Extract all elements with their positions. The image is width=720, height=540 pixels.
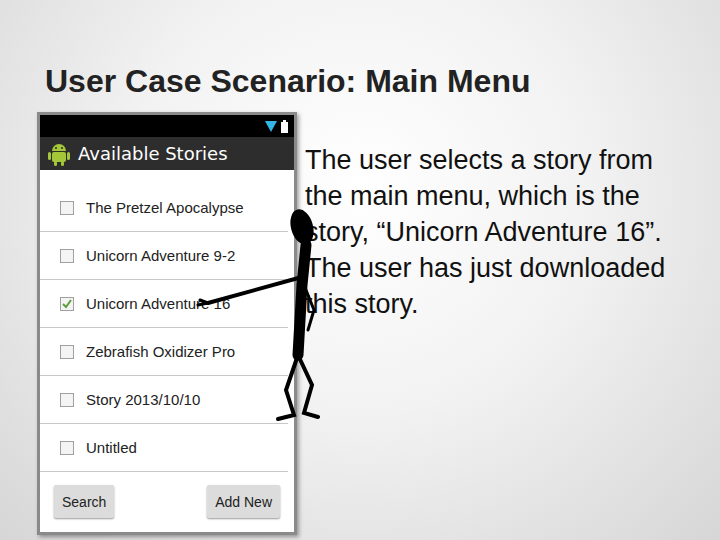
battery-icon	[281, 120, 288, 133]
screen-title: Available Stories	[78, 143, 228, 164]
story-row[interactable]: Zebrafish Oxidizer Pro	[40, 328, 288, 376]
slide-description: The user selects a story from the main m…	[305, 142, 680, 322]
status-bar	[40, 115, 294, 137]
slide-title: User Case Scenario: Main Menu	[45, 60, 720, 102]
slide-content: Available Stories The Pretzel Apocalypse U…	[0, 112, 720, 535]
wifi-icon	[265, 121, 277, 132]
android-icon	[48, 142, 70, 166]
story-label: Unicorn Adventure 16	[86, 295, 230, 312]
story-row[interactable]: Unicorn Adventure 16	[40, 280, 288, 328]
story-row[interactable]: The Pretzel Apocalypse	[40, 184, 288, 232]
story-row[interactable]: Unicorn Adventure 9-2	[40, 232, 288, 280]
story-checkbox[interactable]	[60, 345, 74, 359]
story-row[interactable]: Untitled	[40, 424, 288, 472]
story-label: Story 2013/10/10	[86, 391, 200, 408]
action-button[interactable]: Search	[54, 485, 114, 518]
story-label: The Pretzel Apocalypse	[86, 199, 244, 216]
story-checkbox[interactable]	[60, 249, 74, 263]
check-icon	[61, 298, 73, 310]
slide: User Case Scenario: Main Menu Available S…	[0, 0, 720, 540]
phone-screenshot: Available Stories The Pretzel Apocalypse U…	[37, 112, 297, 535]
action-bar: Available Stories	[40, 137, 294, 170]
story-label: Untitled	[86, 439, 137, 456]
story-label: Unicorn Adventure 9-2	[86, 247, 235, 264]
story-list: The Pretzel Apocalypse Unicorn Adventure …	[40, 170, 294, 477]
story-label: Zebrafish Oxidizer Pro	[86, 343, 235, 360]
stick-figure	[190, 205, 320, 435]
story-checkbox[interactable]	[60, 201, 74, 215]
action-button[interactable]: Add New	[207, 485, 280, 518]
story-row[interactable]: Story 2013/10/10	[40, 376, 288, 424]
story-checkbox[interactable]	[60, 393, 74, 407]
story-checkbox[interactable]	[60, 297, 74, 311]
story-checkbox[interactable]	[60, 441, 74, 455]
button-bar: Search Add New	[40, 477, 294, 532]
